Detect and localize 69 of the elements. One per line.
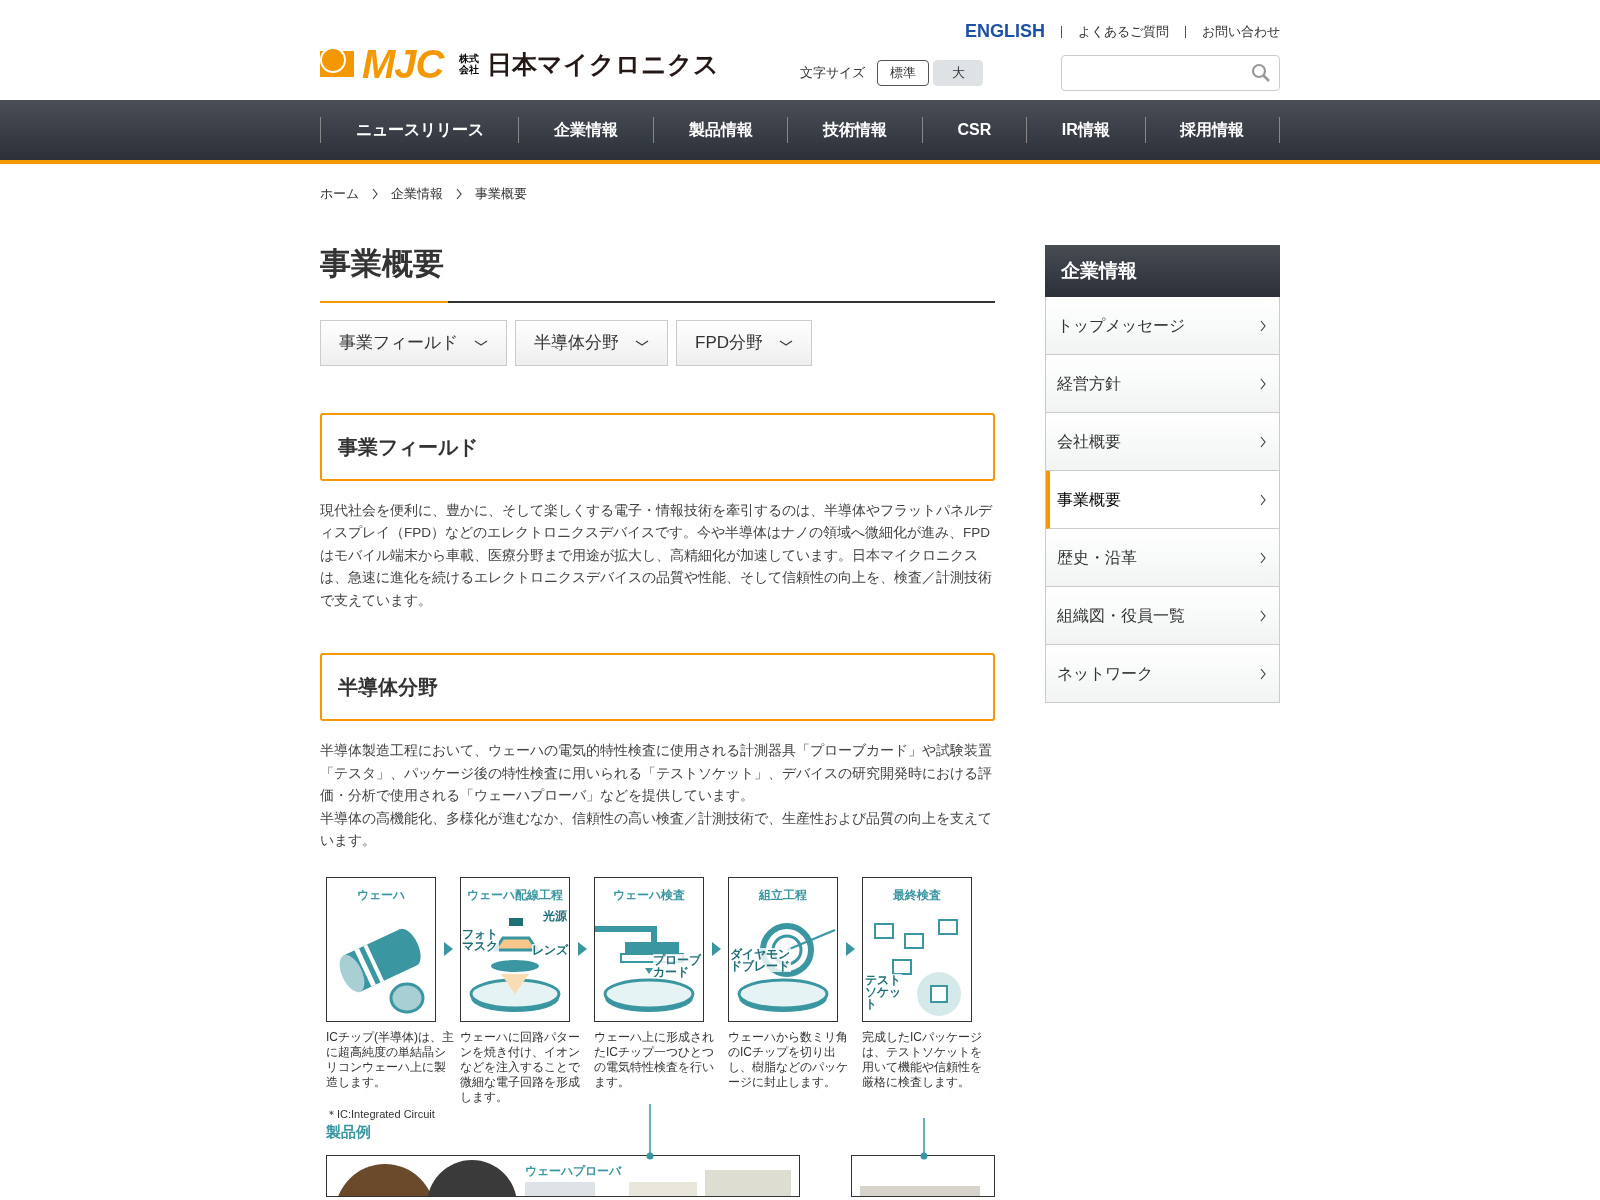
section-heading: 事業フィールド [320,412,995,481]
arrow-icon [577,942,587,956]
anchor-dropdown-button[interactable]: 半導体分野 [515,319,668,366]
nav-link[interactable]: CSR [921,117,1027,143]
callout-label: レンズ [532,943,568,956]
step-title: 最終検査 [892,887,942,902]
font-size-button[interactable]: 標準 [877,60,929,86]
connector-line [920,1117,928,1160]
sidebar-title: 企業情報 [1045,245,1280,297]
nav-link[interactable]: IR情報 [1026,117,1145,143]
breadcrumb-item: 事業概要 [475,185,527,203]
company-name: 日本マイクロニクス [487,49,720,79]
anchor-dropdown-button[interactable]: FPD分野 [676,319,812,366]
chevron-right-icon [1259,435,1267,448]
body-paragraph: 半導体製造工程において、ウェーハの電気的特性検査に使用される計測器具「プローブカード」や試験装置「テスタ」、パッケージ後の特性検査に用いられる「テストソケット」、デバイスの研究開発時における評価・分析で使用される「ウェーハプローバ」などを提供しています。 [320,742,993,805]
page-title: 事業概要 [320,244,445,283]
step-description: ウェーハから数ミリ角のICチップを切り出し、樹脂などのパッケージに封止します。 [728,1029,849,1090]
nav-link[interactable]: ニュースリリース [320,117,519,143]
search-icon [1251,63,1271,83]
breadcrumb-item[interactable]: ホーム [320,184,359,204]
callout-label: 光源 [543,909,567,922]
chevron-right-icon [1259,551,1267,564]
font-size-label: 文字サイズ [800,64,865,83]
chevron-right-icon [455,187,463,200]
nav-link[interactable]: 製品情報 [652,117,788,143]
logo-wordmark: MJC [362,44,444,84]
callout-label: フォトマスク [462,927,500,952]
chevron-right-icon [1259,609,1267,622]
step-title: 組立工程 [758,887,808,902]
step-title: ウェーハ配線工程 [466,887,564,902]
callout-label: プローブカード [652,953,702,978]
step-description: ウェーハに回路パターンを焼き付け、イオンなどを注入することで微細な電子回路を形成します。 [460,1029,581,1105]
step-description: ウェーハ上に形成されたICチップ一つひとつの電気特性検査を行います。 [594,1029,715,1090]
section-heading: 半導体分野 [320,653,995,721]
nav-link[interactable]: 技術情報 [787,117,922,143]
step-title: ウェーハ検査 [612,887,686,902]
chevron-down-icon [635,338,649,347]
arrow-icon [711,942,721,956]
step-description: 完成したICパッケージは、テストソケットを用いて機能や信頼性を厳格に検査します。 [862,1029,983,1090]
arrow-icon [845,942,855,956]
product-label: ウェーハプローバ [525,1163,621,1178]
chevron-right-icon [1259,377,1267,390]
nav-link[interactable]: 企業情報 [518,117,653,143]
logo-prefix: 株式会社 [459,53,480,75]
chevron-right-icon [371,187,379,200]
chevron-right-icon [1259,493,1267,506]
anchor-dropdown-button[interactable]: 事業フィールド [320,319,507,366]
search-field[interactable] [1061,55,1280,91]
chevron-down-icon [779,338,793,347]
products-heading: 製品例 [326,1122,372,1141]
language-link[interactable]: ENGLISH [965,18,1045,45]
chevron-right-icon [1259,319,1267,332]
body-paragraph: 現代社会を便利に、豊かに、そして楽しくする電子・情報技術を牽引するのは、半導体やフラットパネルディスプレイ（FPD）などのエレクトロニクスデバイスです。今や半導体はナノの領域へ微細化が進み、FPDはモバイル端末から車載、医療分野まで用途が拡大し、高精細化が加速しています。日本マイクロニクスは、急速に進化を続けるエレクトロニクスデバイスの品質や性能、そして信頼性の向上を、検査／計測技術で支えています。 [320,501,994,610]
footnote: ＊IC:Integrated Circuit [326,1106,436,1121]
sidebar-nav-item[interactable]: 事業概要 [1046,471,1279,529]
connector-line [646,1103,654,1160]
breadcrumb-item[interactable]: 企業情報 [391,184,443,204]
step-title: ウェーハ [356,887,406,902]
arrow-icon [443,942,453,956]
chevron-down-icon [474,338,488,347]
body-paragraph: 半導体の高機能化、多様化が進むなか、信頼性の高い検査／計測技術で、生産性および品質の向上を支えています。 [320,809,993,850]
step-description: ICチップ(半導体)は、主に超高純度の単結晶シリコンウェーハ上に製造します。 [326,1029,455,1090]
header-link[interactable]: お問い合わせ [1202,21,1280,42]
nav-link[interactable]: 採用情報 [1144,117,1280,143]
callout-label: ダイヤモンドブレード [730,947,792,972]
chevron-right-icon [1259,667,1267,680]
callout-label: テストソケット [865,973,903,1010]
font-size-button[interactable]: 大 [933,60,983,86]
header-link[interactable]: よくあるご質問 [1078,21,1169,42]
